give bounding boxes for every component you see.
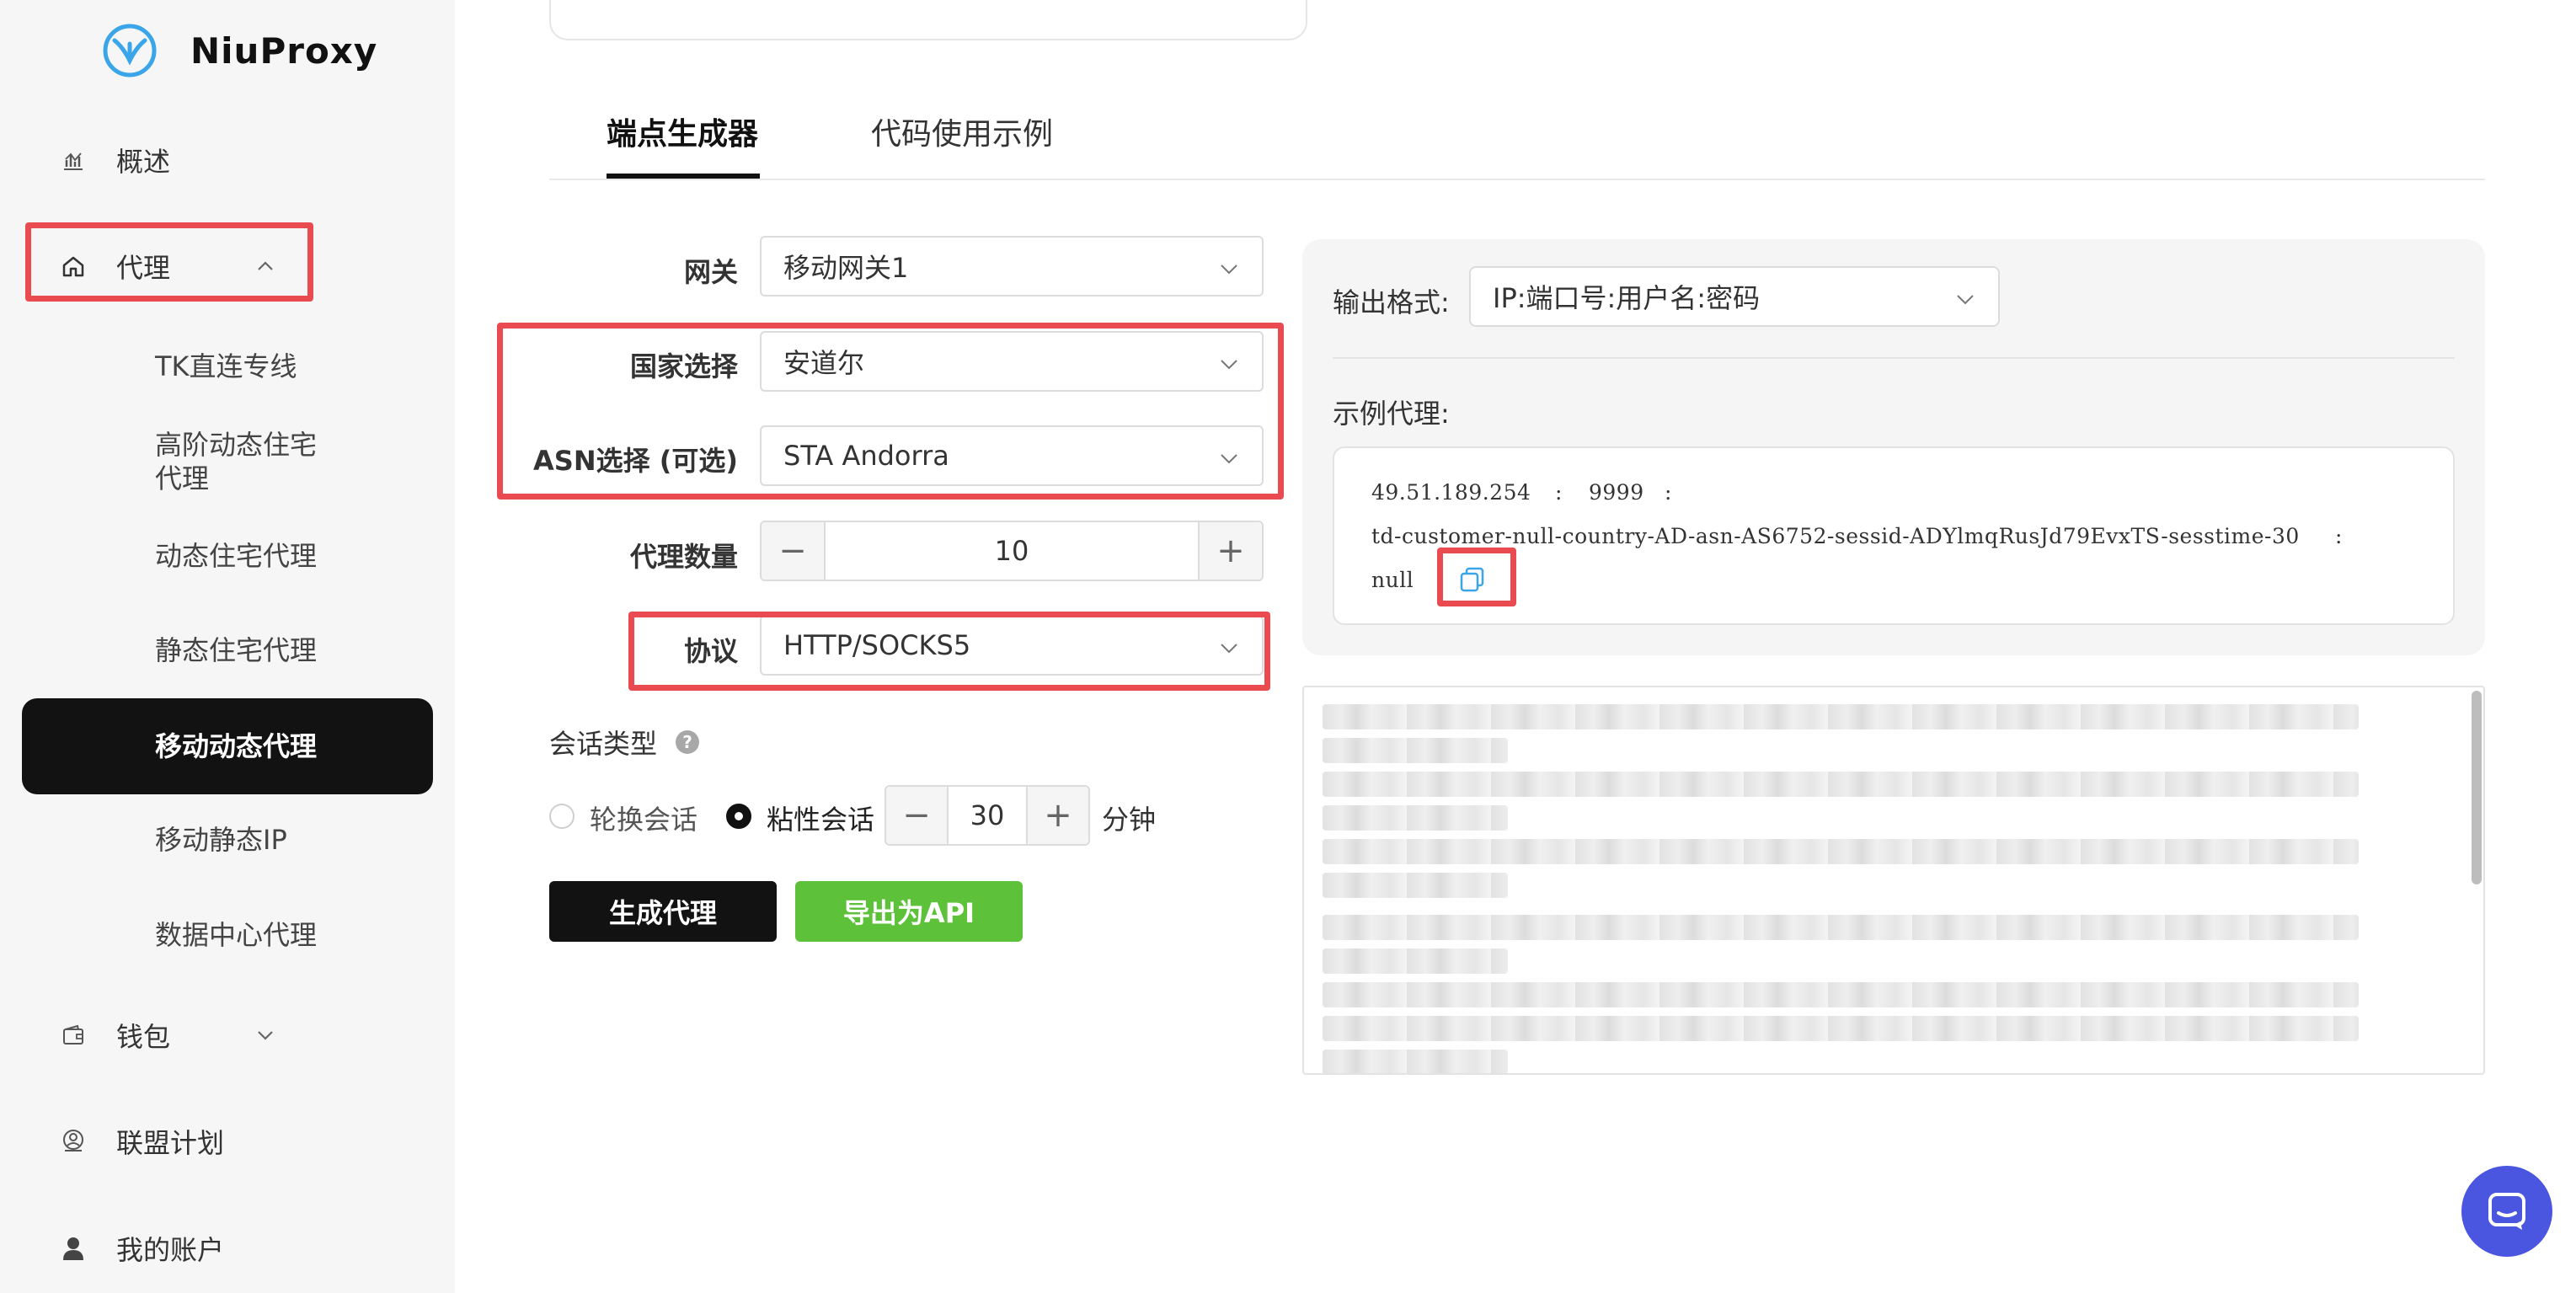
chevron-up-icon[interactable]	[254, 255, 276, 277]
sidebar-item-label: 静态住宅代理	[155, 634, 318, 666]
duration-increment-button[interactable]: +	[1028, 787, 1088, 844]
sidebar-item-label: 移动静态IP	[155, 824, 287, 856]
copy-icon[interactable]	[1457, 564, 1488, 595]
result-scrollbar[interactable]	[2472, 691, 2482, 884]
example-separator: :	[1665, 480, 1672, 505]
session-duration-stepper[interactable]: − 30 +	[884, 785, 1090, 846]
niuproxy-logo-icon	[103, 24, 157, 77]
sidebar-item-label: 数据中心代理	[155, 919, 318, 951]
sidebar-item-premium-residential[interactable]: 高阶动态住宅 代理	[22, 414, 433, 510]
gateway-select[interactable]: 移动网关1	[760, 236, 1264, 297]
output-format-select[interactable]: IP:端口号:用户名:密码	[1469, 266, 2000, 327]
quantity-stepper[interactable]: − 10 +	[760, 521, 1264, 581]
protocol-value: HTTP/SOCKS5	[783, 629, 971, 661]
sidebar-item-mobile-static[interactable]: 移动静态IP	[22, 792, 433, 888]
rotating-session-radio[interactable]	[549, 804, 575, 829]
gateway-value: 移动网关1	[783, 252, 909, 284]
country-label: 国家选择	[629, 350, 738, 382]
sidebar-item-label: 钱包	[116, 1021, 171, 1053]
quantity-increment-button[interactable]: +	[1200, 522, 1262, 580]
tab-code-examples[interactable]: 代码使用示例	[871, 110, 1053, 153]
sticky-session-radio[interactable]	[726, 804, 751, 829]
generated-proxies-box[interactable]	[1302, 686, 2485, 1075]
sidebar: NiuProxy 概述 代理 TK直连专线 高阶动态住宅 代理 动态住宅代理 静…	[0, 0, 455, 1293]
tab-endpoint-generator[interactable]: 端点生成器	[607, 110, 758, 153]
blurred-line	[1323, 915, 2359, 940]
user-icon	[59, 1234, 88, 1263]
blurred-line	[1323, 738, 1508, 763]
sidebar-item-static-residential[interactable]: 静态住宅代理	[22, 602, 433, 698]
protocol-label: 协议	[683, 635, 738, 667]
wallet-icon	[59, 1021, 88, 1050]
quantity-label: 代理数量	[629, 541, 738, 573]
duration-unit: 分钟	[1102, 804, 1157, 836]
sidebar-item-label: 联盟计划	[116, 1127, 225, 1159]
panel-divider	[1333, 357, 2455, 359]
example-username: td-customer-null-country-AD-asn-AS6752-s…	[1371, 524, 2300, 548]
example-ip: 49.51.189.254	[1371, 480, 1531, 505]
session-type-title: 会话类型 ?	[549, 723, 700, 761]
country-value: 安道尔	[783, 347, 865, 379]
blurred-line	[1323, 839, 2359, 864]
country-select[interactable]: 安道尔	[760, 331, 1264, 392]
chart-icon	[59, 146, 88, 174]
blurred-line	[1323, 873, 1508, 898]
export-api-button[interactable]: 导出为API	[795, 881, 1023, 942]
blurred-line	[1323, 772, 2359, 797]
brand-name: NiuProxy	[190, 29, 378, 72]
session-type-label: 会话类型	[549, 728, 658, 760]
home-icon	[59, 252, 88, 281]
sidebar-item-datacenter[interactable]: 数据中心代理	[22, 887, 433, 983]
protocol-select[interactable]: HTTP/SOCKS5	[760, 615, 1264, 676]
sidebar-item-label: 我的账户	[116, 1234, 225, 1266]
asn-label: ASN选择 (可选)	[533, 445, 738, 477]
chevron-down-icon	[1221, 264, 1237, 275]
rotating-session-label[interactable]: 轮换会话	[590, 799, 697, 837]
output-format-value: IP:端口号:用户名:密码	[1493, 282, 1761, 314]
chevron-down-icon	[1957, 295, 1974, 305]
duration-input[interactable]: 30	[947, 787, 1028, 844]
blurred-line	[1323, 1050, 1508, 1073]
quantity-decrement-button[interactable]: −	[762, 522, 824, 580]
example-proxy-label: 示例代理:	[1333, 398, 1450, 430]
asn-select[interactable]: STA Andorra	[760, 425, 1264, 486]
sidebar-item-label: 代理	[116, 252, 171, 284]
chevron-down-icon[interactable]	[254, 1024, 276, 1046]
example-separator: :	[2335, 524, 2343, 548]
blurred-line	[1323, 982, 2359, 1007]
sidebar-item-label: TK直连专线	[155, 350, 297, 382]
example-password: null	[1371, 568, 1414, 592]
chevron-down-icon	[1221, 360, 1237, 370]
help-icon[interactable]: ?	[676, 730, 700, 754]
duration-decrement-button[interactable]: −	[886, 787, 947, 844]
example-port: 9999	[1589, 480, 1644, 505]
tab-divider	[549, 179, 2485, 180]
blurred-line	[1323, 704, 2359, 729]
logo[interactable]: NiuProxy	[101, 20, 377, 81]
chevron-down-icon	[1221, 644, 1237, 654]
sidebar-item-mobile-dynamic[interactable]: 移动动态代理	[22, 698, 433, 794]
generate-proxy-button[interactable]: 生成代理	[549, 881, 777, 942]
sidebar-item-label: 动态住宅代理	[155, 540, 318, 572]
affiliate-icon	[59, 1127, 88, 1156]
sidebar-item-tk-direct[interactable]: TK直连专线	[22, 318, 433, 414]
gateway-label: 网关	[683, 256, 738, 288]
sidebar-item-label: 概述	[116, 146, 171, 178]
chat-button[interactable]	[2461, 1166, 2552, 1257]
asn-value: STA Andorra	[783, 440, 949, 472]
sidebar-item-label: 移动动态代理	[155, 730, 318, 762]
top-card	[549, 0, 1307, 40]
blurred-line	[1323, 805, 1508, 831]
chat-icon	[2488, 1193, 2525, 1230]
sticky-session-label[interactable]: 粘性会话	[767, 799, 874, 837]
blurred-line	[1323, 1016, 2359, 1041]
chevron-down-icon	[1221, 454, 1237, 464]
quantity-input[interactable]: 10	[824, 522, 1200, 580]
sidebar-item-label: 高阶动态住宅 代理	[155, 429, 318, 494]
blurred-line	[1323, 948, 1508, 974]
tab-active-underline	[607, 174, 760, 179]
example-separator: :	[1555, 480, 1563, 505]
sidebar-item-dynamic-residential[interactable]: 动态住宅代理	[22, 508, 433, 604]
output-format-label: 输出格式:	[1333, 286, 1450, 318]
